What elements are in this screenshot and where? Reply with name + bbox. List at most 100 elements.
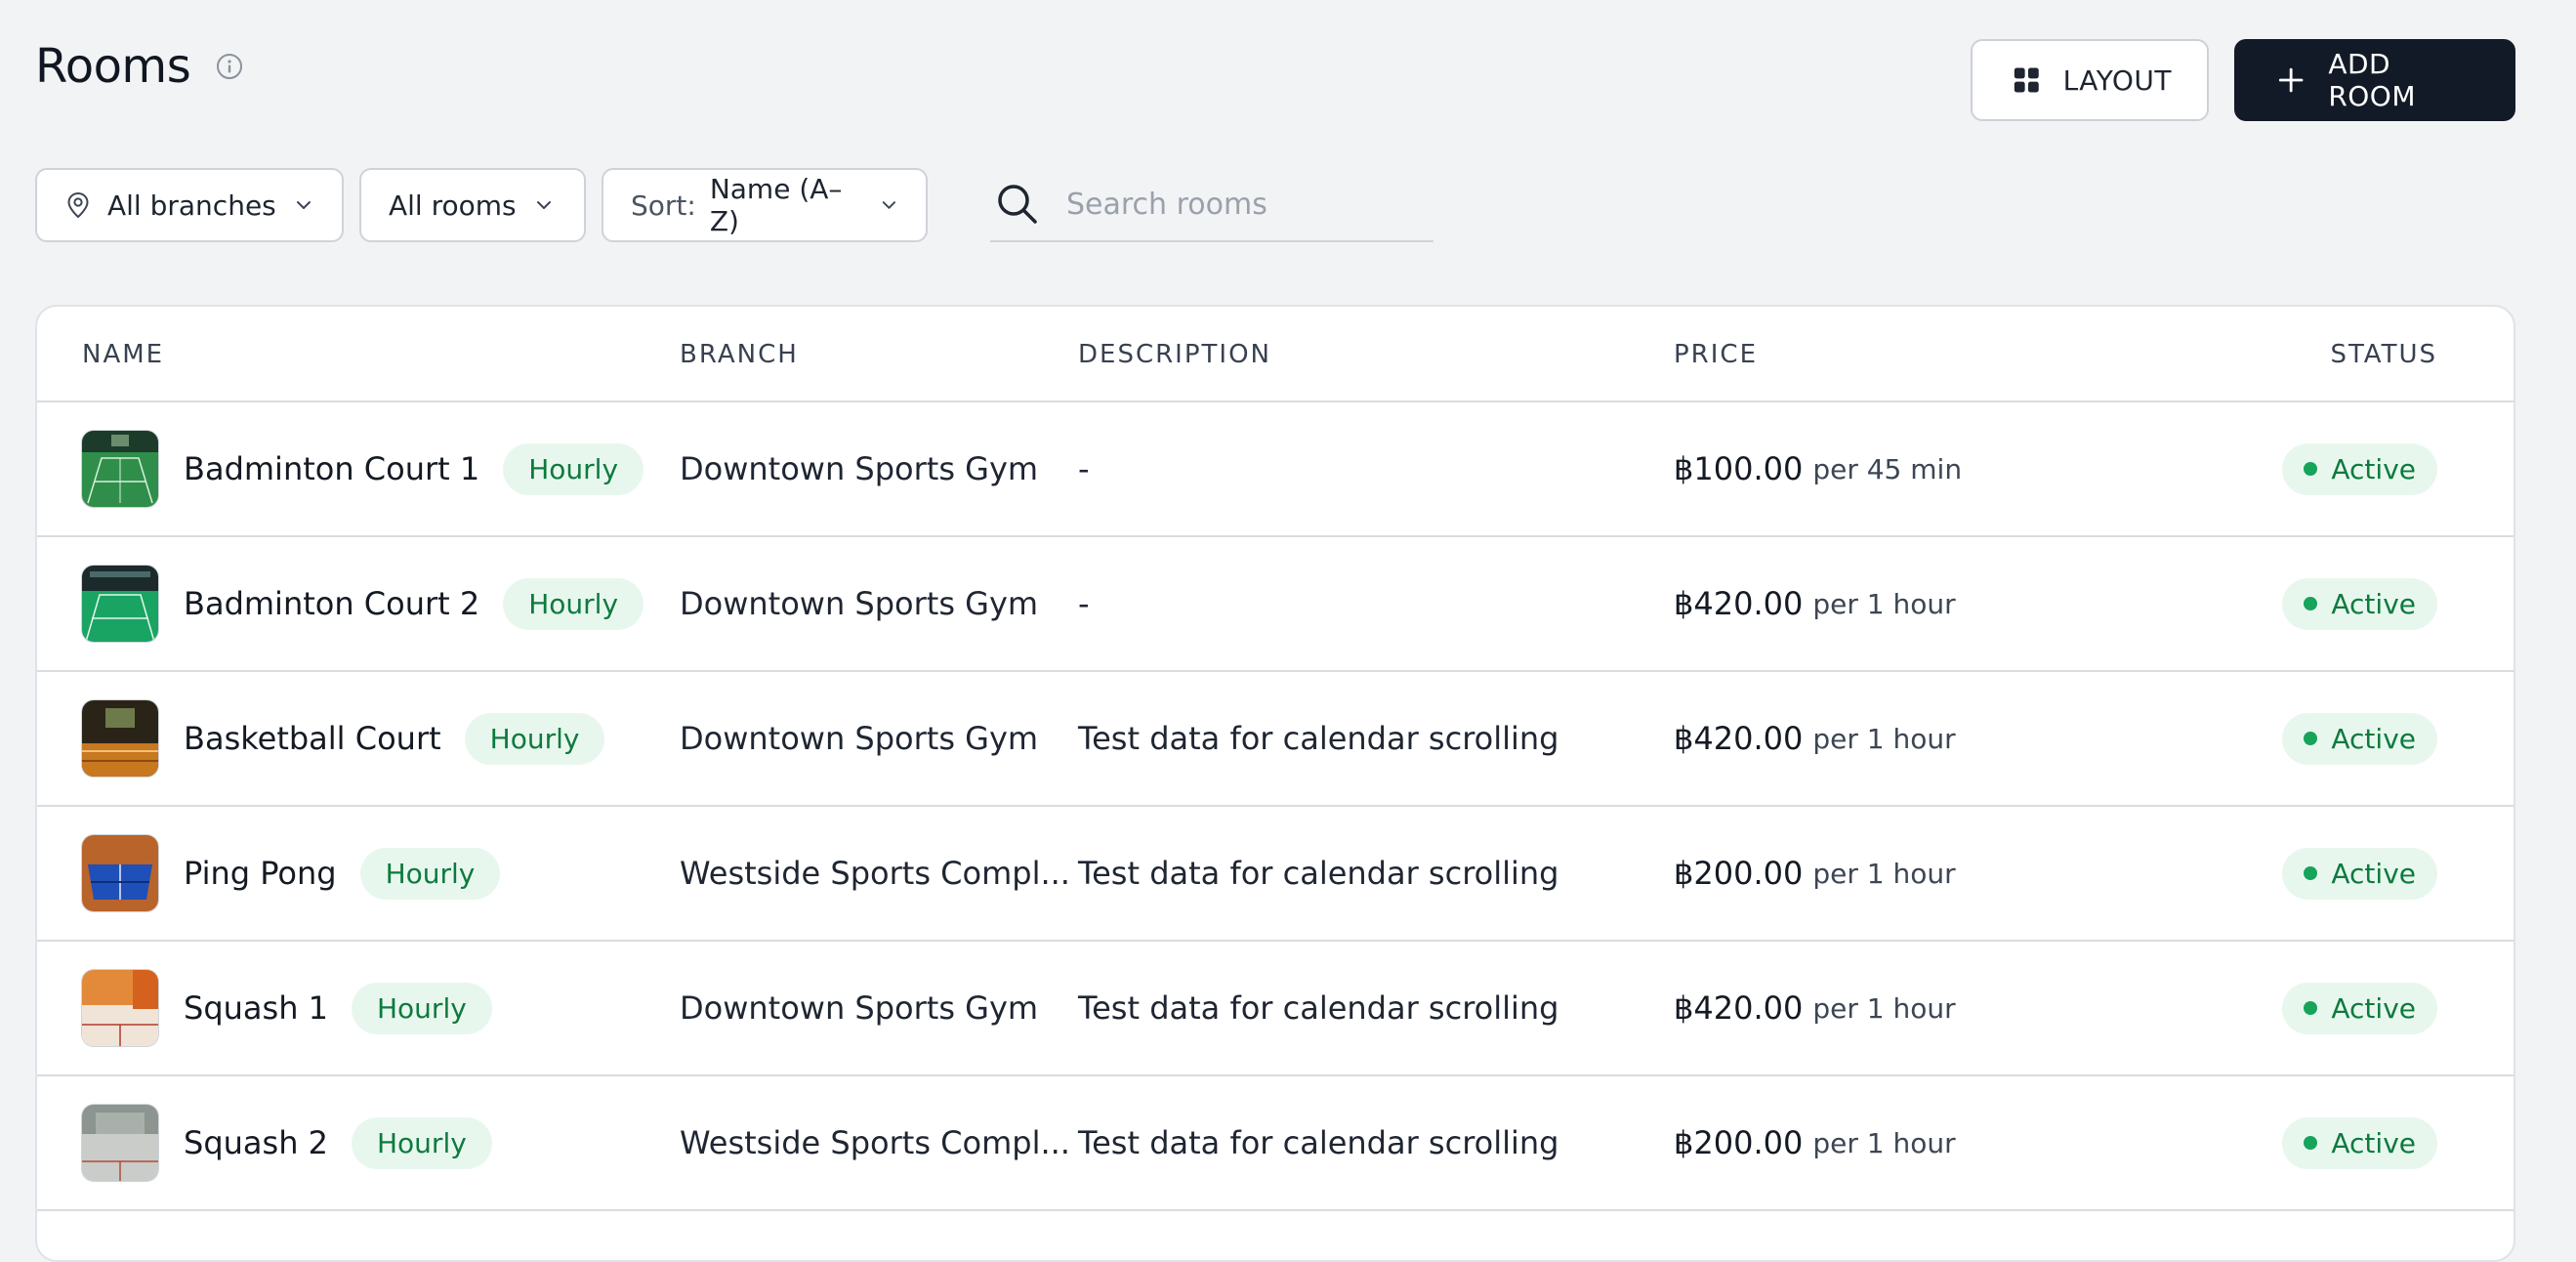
- pricing-type-badge: Hourly: [503, 577, 644, 630]
- pricing-type-badge: Hourly: [503, 442, 644, 495]
- rooms-filter-value: All rooms: [389, 189, 517, 222]
- status-badge: Active: [2282, 982, 2437, 1034]
- add-room-button-label: ADD ROOM: [2328, 48, 2417, 112]
- branch-filter-value: All branches: [107, 189, 276, 222]
- status-label: Active: [2331, 1126, 2416, 1159]
- sort-select[interactable]: Sort: Name (A–Z): [602, 168, 928, 242]
- status-cell: Active: [2282, 942, 2437, 1074]
- room-name-cell: Basketball Court Hourly: [82, 672, 605, 805]
- status-cell: Active: [2282, 402, 2437, 535]
- search-icon: [998, 185, 1037, 224]
- status-dot-icon: [2304, 462, 2318, 476]
- column-header-price[interactable]: PRICE: [1674, 340, 1758, 369]
- price-cell: ฿200.00 per 1 hour: [1674, 1076, 1956, 1209]
- chevron-down-icon: [882, 201, 896, 209]
- room-name: Squash 1: [184, 989, 328, 1027]
- page-header: Rooms: [35, 39, 243, 94]
- room-thumbnail: [82, 970, 158, 1046]
- room-name-cell: Squash 1 Hourly: [82, 942, 492, 1074]
- status-cell: Active: [2282, 537, 2437, 670]
- rooms-page: Rooms LAYOUT ADD ROOM All branches All r…: [0, 0, 2576, 1262]
- layout-button-label: LAYOUT: [2062, 63, 2172, 97]
- status-dot-icon: [2304, 597, 2318, 610]
- status-badge: Active: [2282, 1116, 2437, 1169]
- pricing-type-badge: Hourly: [464, 712, 605, 765]
- rooms-filter-select[interactable]: All rooms: [359, 168, 586, 242]
- room-name: Squash 2: [184, 1124, 328, 1161]
- map-pin-icon: [67, 191, 89, 219]
- column-header-description[interactable]: DESCRIPTION: [1078, 340, 1271, 369]
- room-thumbnail: [82, 835, 158, 911]
- room-thumbnail: [82, 1105, 158, 1181]
- status-cell: Active: [2282, 807, 2437, 940]
- price-cell: ฿420.00 per 1 hour: [1674, 942, 1956, 1074]
- room-name: Ping Pong: [184, 855, 337, 892]
- price-unit: per 1 hour: [1812, 991, 1956, 1025]
- price-amount: ฿200.00: [1674, 855, 1804, 892]
- plus-icon: [2278, 67, 2304, 93]
- branch-cell: Westside Sports Compl...: [680, 1124, 1070, 1161]
- column-header-branch[interactable]: BRANCH: [680, 340, 799, 369]
- price-cell: ฿420.00 per 1 hour: [1674, 537, 1956, 670]
- table-header: NAME BRANCH DESCRIPTION PRICE STATUS: [37, 307, 2514, 402]
- room-name-cell: Badminton Court 2 Hourly: [82, 537, 644, 670]
- price-cell: ฿200.00 per 1 hour: [1674, 807, 1956, 940]
- branch-filter-select[interactable]: All branches: [35, 168, 344, 242]
- description-cell: Test data for calendar scrolling: [1078, 989, 1559, 1027]
- status-cell: Active: [2282, 1076, 2437, 1209]
- search-input[interactable]: [1064, 186, 1420, 223]
- table-row[interactable]: Badminton Court 1 Hourly Downtown Sports…: [37, 402, 2514, 537]
- table-row[interactable]: Squash 2 Hourly Westside Sports Compl...…: [37, 1076, 2514, 1211]
- table-row[interactable]: Ping Pong Hourly Westside Sports Compl..…: [37, 807, 2514, 942]
- branch-cell: Downtown Sports Gym: [680, 585, 1039, 622]
- room-name: Badminton Court 1: [184, 450, 480, 487]
- description-cell: Test data for calendar scrolling: [1078, 720, 1559, 757]
- room-thumbnail: [82, 566, 158, 642]
- branch-cell: Westside Sports Compl...: [680, 855, 1070, 892]
- rooms-table: NAME BRANCH DESCRIPTION PRICE STATUS Bad…: [35, 305, 2515, 1262]
- price-unit: per 1 hour: [1812, 587, 1956, 620]
- room-name: Basketball Court: [184, 720, 441, 757]
- header-actions: LAYOUT ADD ROOM: [1971, 39, 2515, 121]
- branch-cell: Downtown Sports Gym: [680, 450, 1039, 487]
- status-label: Active: [2331, 587, 2416, 620]
- price-amount: ฿420.00: [1674, 720, 1804, 757]
- status-badge: Active: [2282, 442, 2437, 495]
- column-header-name[interactable]: NAME: [82, 340, 164, 369]
- table-row[interactable]: Basketball Court Hourly Downtown Sports …: [37, 672, 2514, 807]
- filter-bar: All branches All rooms Sort: Name (A–Z): [35, 168, 1433, 242]
- status-dot-icon: [2304, 1136, 2318, 1150]
- description-cell: -: [1078, 585, 1090, 622]
- room-name-cell: Badminton Court 1 Hourly: [82, 402, 644, 535]
- price-unit: per 1 hour: [1812, 857, 1956, 890]
- description-cell: Test data for calendar scrolling: [1078, 1124, 1559, 1161]
- status-badge: Active: [2282, 577, 2437, 630]
- info-icon[interactable]: [216, 53, 243, 80]
- status-badge: Active: [2282, 712, 2437, 765]
- chevron-down-icon: [296, 201, 311, 209]
- price-unit: per 1 hour: [1812, 722, 1956, 755]
- table-row[interactable]: Badminton Court 2 Hourly Downtown Sports…: [37, 537, 2514, 672]
- table-row[interactable]: Squash 1 Hourly Downtown Sports Gym Test…: [37, 942, 2514, 1076]
- add-room-button[interactable]: ADD ROOM: [2234, 39, 2515, 121]
- status-dot-icon: [2304, 732, 2318, 745]
- status-label: Active: [2331, 452, 2416, 485]
- chevron-down-icon: [536, 201, 551, 209]
- price-cell: ฿100.00 per 45 min: [1674, 402, 1962, 535]
- price-amount: ฿200.00: [1674, 1124, 1804, 1161]
- branch-cell: Downtown Sports Gym: [680, 989, 1039, 1027]
- pricing-type-badge: Hourly: [352, 982, 492, 1034]
- price-amount: ฿420.00: [1674, 585, 1804, 622]
- price-amount: ฿100.00: [1674, 450, 1804, 487]
- status-label: Active: [2331, 722, 2416, 755]
- description-cell: Test data for calendar scrolling: [1078, 855, 1559, 892]
- status-dot-icon: [2304, 866, 2318, 880]
- column-header-status[interactable]: STATUS: [2330, 340, 2437, 369]
- price-cell: ฿420.00 per 1 hour: [1674, 672, 1956, 805]
- layout-button[interactable]: LAYOUT: [1971, 39, 2209, 121]
- room-thumbnail: [82, 431, 158, 507]
- status-label: Active: [2331, 991, 2416, 1025]
- status-badge: Active: [2282, 847, 2437, 900]
- pricing-type-badge: Hourly: [359, 847, 501, 900]
- room-thumbnail: [82, 700, 158, 777]
